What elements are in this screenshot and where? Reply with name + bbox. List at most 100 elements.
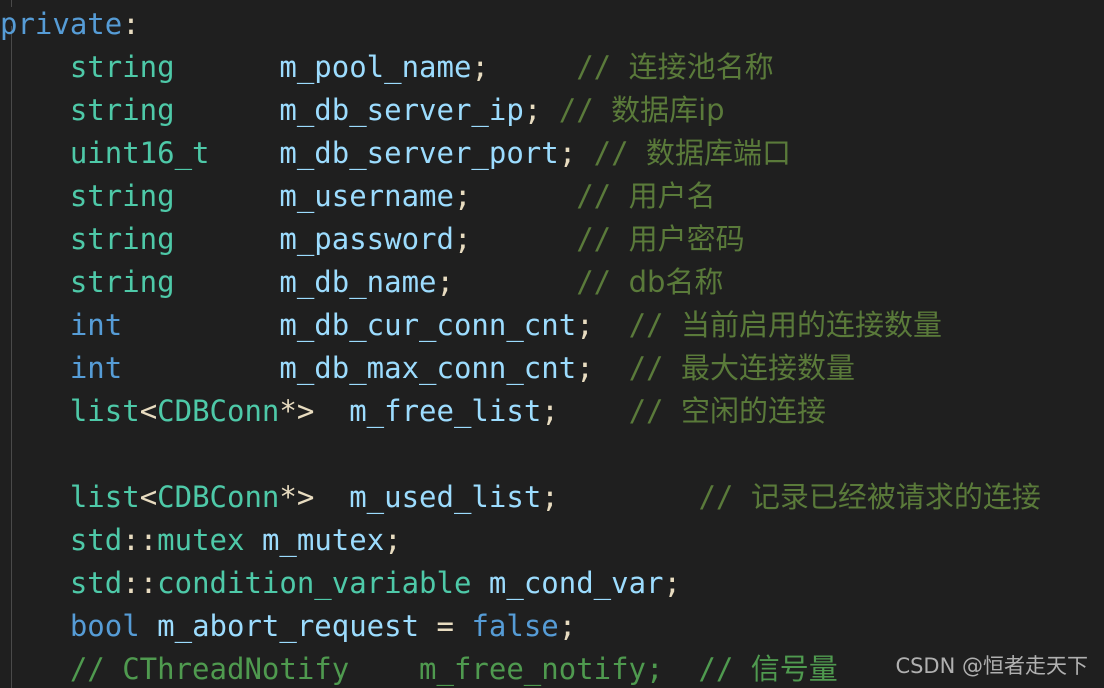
code-token: // [576,179,629,213]
code-line: private: [0,3,1104,46]
code-token: mutex [157,523,245,557]
code-token: ; [471,50,489,84]
code-token: = [419,609,472,643]
code-token: CDBConn [157,480,280,514]
code-token: 用户密码 [628,222,745,256]
code-token: private [0,7,123,41]
code-line: string m_password; // 用户密码 [0,218,1104,261]
code-token: 信号量 [750,652,838,686]
code-token: db名称 [628,265,724,299]
code-token: ; [384,523,402,557]
code-token: ; [436,265,454,299]
code-token: list [69,480,140,514]
code-token: // [558,93,612,127]
code-token: string [69,222,175,256]
code-line: string m_username; // 用户名 [0,175,1104,218]
code-token: int [69,351,123,385]
code-token: < [139,480,158,514]
code-token: CDBConn [157,394,280,428]
code-token: m_db_cur_conn_cnt [279,308,577,342]
code-token: m_db_max_conn_cnt [279,351,577,385]
code-token: uint16_t [69,136,210,170]
code-token: m_db_server_port [279,136,559,170]
code-line: string m_pool_name; // 连接池名称 [0,46,1104,89]
code-token: 数据库ip [611,93,725,127]
code-token: ; [576,308,594,342]
code-line: string m_db_server_ip; // 数据库ip [0,89,1104,132]
code-token: *> [279,480,315,514]
code-token: // [593,136,647,170]
code-token: 当前启用的连接数量 [680,308,942,342]
code-token: m_mutex [261,523,385,557]
code-token: false [471,609,559,643]
code-token: 空闲的连接 [680,394,826,428]
code-token: m_cond_var [488,566,664,600]
code-line: string m_db_name; // db名称 [0,261,1104,304]
code-line: list<CDBConn*> m_used_list; // 记录已经被请求的连… [0,476,1104,519]
code-token: // [576,265,629,299]
code-token: std [69,523,123,557]
code-token: 用户名 [628,179,716,213]
code-token: m_used_list [349,480,542,514]
code-token: ; [541,394,559,428]
code-token: list [69,394,140,428]
code-token: ; [453,222,472,256]
code-token: m_free_list [349,394,542,428]
code-token: // [628,308,681,342]
code-token: ; [453,179,472,213]
code-token: ; [523,93,559,127]
code-token: condition_variable [157,566,472,600]
code-token: // [628,394,681,428]
code-token: :: [122,566,158,600]
code-token: 记录已经被请求的连接 [750,480,1041,514]
code-token: ; [558,609,577,643]
code-token: bool [69,609,140,643]
code-token: // [576,222,629,256]
code-line: list<CDBConn*> m_free_list; // 空闲的连接 [0,390,1104,433]
code-token: m_username [279,179,454,213]
code-token: string [69,50,175,84]
code-line: std::mutex m_mutex; [0,519,1104,562]
code-token: ; [558,136,594,170]
code-token: : [122,7,140,41]
code-token: m_password [279,222,454,256]
code-token: m_pool_name [279,50,472,84]
code-token: string [69,179,175,213]
code-token: int [69,308,123,342]
code-line: std::condition_variable m_cond_var; [0,562,1104,605]
code-token: // [576,50,629,84]
code-token: // CThreadNotify m_free_notify; // [69,652,751,686]
code-token: m_abort_request [157,609,420,643]
code-screenshot: private: string m_pool_name; // 连接池名称 st… [0,0,1104,688]
